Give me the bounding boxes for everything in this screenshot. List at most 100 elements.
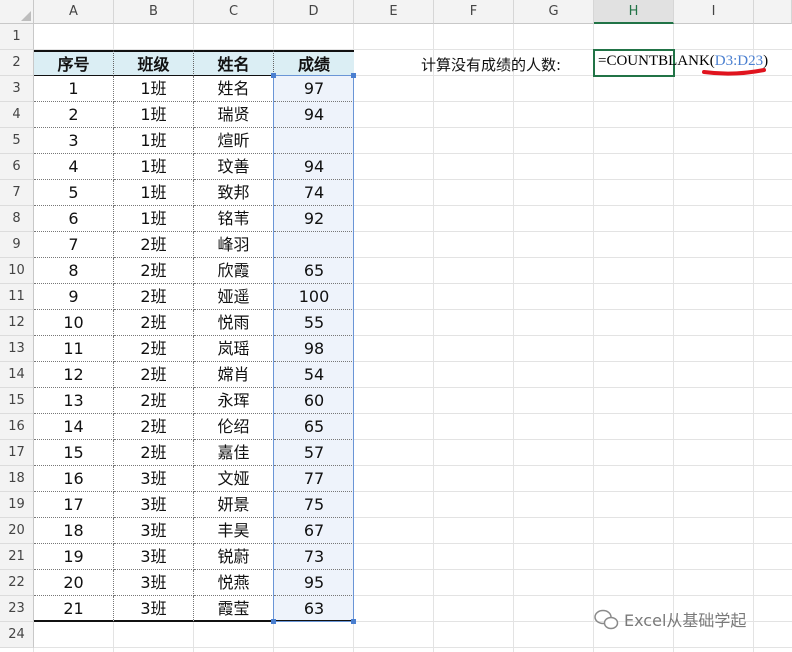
row-header-23[interactable]: 23 [0,596,34,622]
table-cell[interactable]: 12 [34,362,114,388]
table-cell[interactable]: 1 [34,76,114,102]
range-handle[interactable] [271,73,276,78]
row-header-24[interactable]: 24 [0,622,34,648]
row-header-7[interactable]: 7 [0,180,34,206]
table-cell[interactable]: 悦雨 [194,310,274,336]
table-cell[interactable]: 8 [34,258,114,284]
row-header-3[interactable]: 3 [0,76,34,102]
table-cell[interactable]: 煊昕 [194,128,274,154]
table-cell[interactable]: 3 [34,128,114,154]
table-cell[interactable]: 2班 [114,310,194,336]
table-cell[interactable]: 欣霞 [194,258,274,284]
column-header-g[interactable]: G [514,0,594,24]
table-cell[interactable]: 3班 [114,544,194,570]
table-cell[interactable]: 2班 [114,336,194,362]
table-cell[interactable]: 11 [34,336,114,362]
column-header-i[interactable]: I [674,0,754,24]
row-header-9[interactable]: 9 [0,232,34,258]
table-cell[interactable]: 2班 [114,258,194,284]
table-cell[interactable]: 9 [34,284,114,310]
table-cell[interactable]: 3班 [114,570,194,596]
column-header-f[interactable]: F [434,0,514,24]
table-cell[interactable]: 21 [34,596,114,622]
row-header-21[interactable]: 21 [0,544,34,570]
table-cell[interactable]: 2班 [114,362,194,388]
table-cell[interactable]: 16 [34,466,114,492]
table-cell[interactable]: 4 [34,154,114,180]
table-cell[interactable]: 3班 [114,596,194,622]
table-cell[interactable]: 19 [34,544,114,570]
row-header-1[interactable]: 1 [0,24,34,50]
range-handle[interactable] [351,619,356,624]
table-cell[interactable]: 嫦肖 [194,362,274,388]
table-cell[interactable]: 峰羽 [194,232,274,258]
table-cell[interactable]: 3班 [114,492,194,518]
column-header-b[interactable]: B [114,0,194,24]
table-cell[interactable]: 嘉佳 [194,440,274,466]
column-header-h[interactable]: H [594,0,674,24]
row-header-19[interactable]: 19 [0,492,34,518]
column-header-c[interactable]: C [194,0,274,24]
table-cell[interactable]: 1班 [114,180,194,206]
table-cell[interactable]: 妍景 [194,492,274,518]
column-header-e[interactable]: E [354,0,434,24]
table-cell[interactable]: 6 [34,206,114,232]
range-handle[interactable] [351,73,356,78]
table-cell[interactable]: 18 [34,518,114,544]
row-header-18[interactable]: 18 [0,466,34,492]
table-cell[interactable]: 悦燕 [194,570,274,596]
table-cell[interactable]: 5 [34,180,114,206]
table-cell[interactable]: 10 [34,310,114,336]
select-all-corner[interactable] [0,0,34,24]
table-cell[interactable]: 13 [34,388,114,414]
row-header-15[interactable]: 15 [0,388,34,414]
row-header-2[interactable]: 2 [0,50,34,76]
row-header-20[interactable]: 20 [0,518,34,544]
row-header-8[interactable]: 8 [0,206,34,232]
row-header-6[interactable]: 6 [0,154,34,180]
table-cell[interactable]: 2班 [114,414,194,440]
table-cell[interactable]: 7 [34,232,114,258]
table-cell[interactable]: 3班 [114,518,194,544]
row-header-17[interactable]: 17 [0,440,34,466]
column-header-a[interactable]: A [34,0,114,24]
table-cell[interactable]: 14 [34,414,114,440]
table-cell[interactable]: 2班 [114,284,194,310]
table-cell[interactable]: 文娅 [194,466,274,492]
table-cell[interactable]: 致邦 [194,180,274,206]
row-header-22[interactable]: 22 [0,570,34,596]
table-cell[interactable]: 铭苇 [194,206,274,232]
table-cell[interactable]: 1班 [114,128,194,154]
table-cell[interactable]: 17 [34,492,114,518]
table-cell[interactable]: 1班 [114,154,194,180]
table-cell[interactable]: 姓名 [194,76,274,102]
row-header-4[interactable]: 4 [0,102,34,128]
table-cell[interactable]: 永珲 [194,388,274,414]
table-cell[interactable]: 娅遥 [194,284,274,310]
table-cell[interactable]: 玟善 [194,154,274,180]
table-cell[interactable]: 霞莹 [194,596,274,622]
table-cell[interactable]: 岚瑶 [194,336,274,362]
table-cell[interactable]: 3班 [114,466,194,492]
row-header-14[interactable]: 14 [0,362,34,388]
row-header-13[interactable]: 13 [0,336,34,362]
table-cell[interactable]: 2班 [114,440,194,466]
table-cell[interactable]: 1班 [114,76,194,102]
row-header-5[interactable]: 5 [0,128,34,154]
table-cell[interactable]: 伦绍 [194,414,274,440]
table-cell[interactable]: 2班 [114,232,194,258]
table-cell[interactable]: 20 [34,570,114,596]
row-header-16[interactable]: 16 [0,414,34,440]
range-handle[interactable] [271,619,276,624]
table-cell[interactable]: 锐蔚 [194,544,274,570]
row-header-10[interactable]: 10 [0,258,34,284]
table-cell[interactable]: 15 [34,440,114,466]
table-cell[interactable]: 1班 [114,102,194,128]
table-cell[interactable]: 1班 [114,206,194,232]
table-cell[interactable]: 2 [34,102,114,128]
row-header-12[interactable]: 12 [0,310,34,336]
table-cell[interactable]: 丰昊 [194,518,274,544]
row-header-11[interactable]: 11 [0,284,34,310]
table-cell[interactable]: 瑞贤 [194,102,274,128]
column-header-d[interactable]: D [274,0,354,24]
